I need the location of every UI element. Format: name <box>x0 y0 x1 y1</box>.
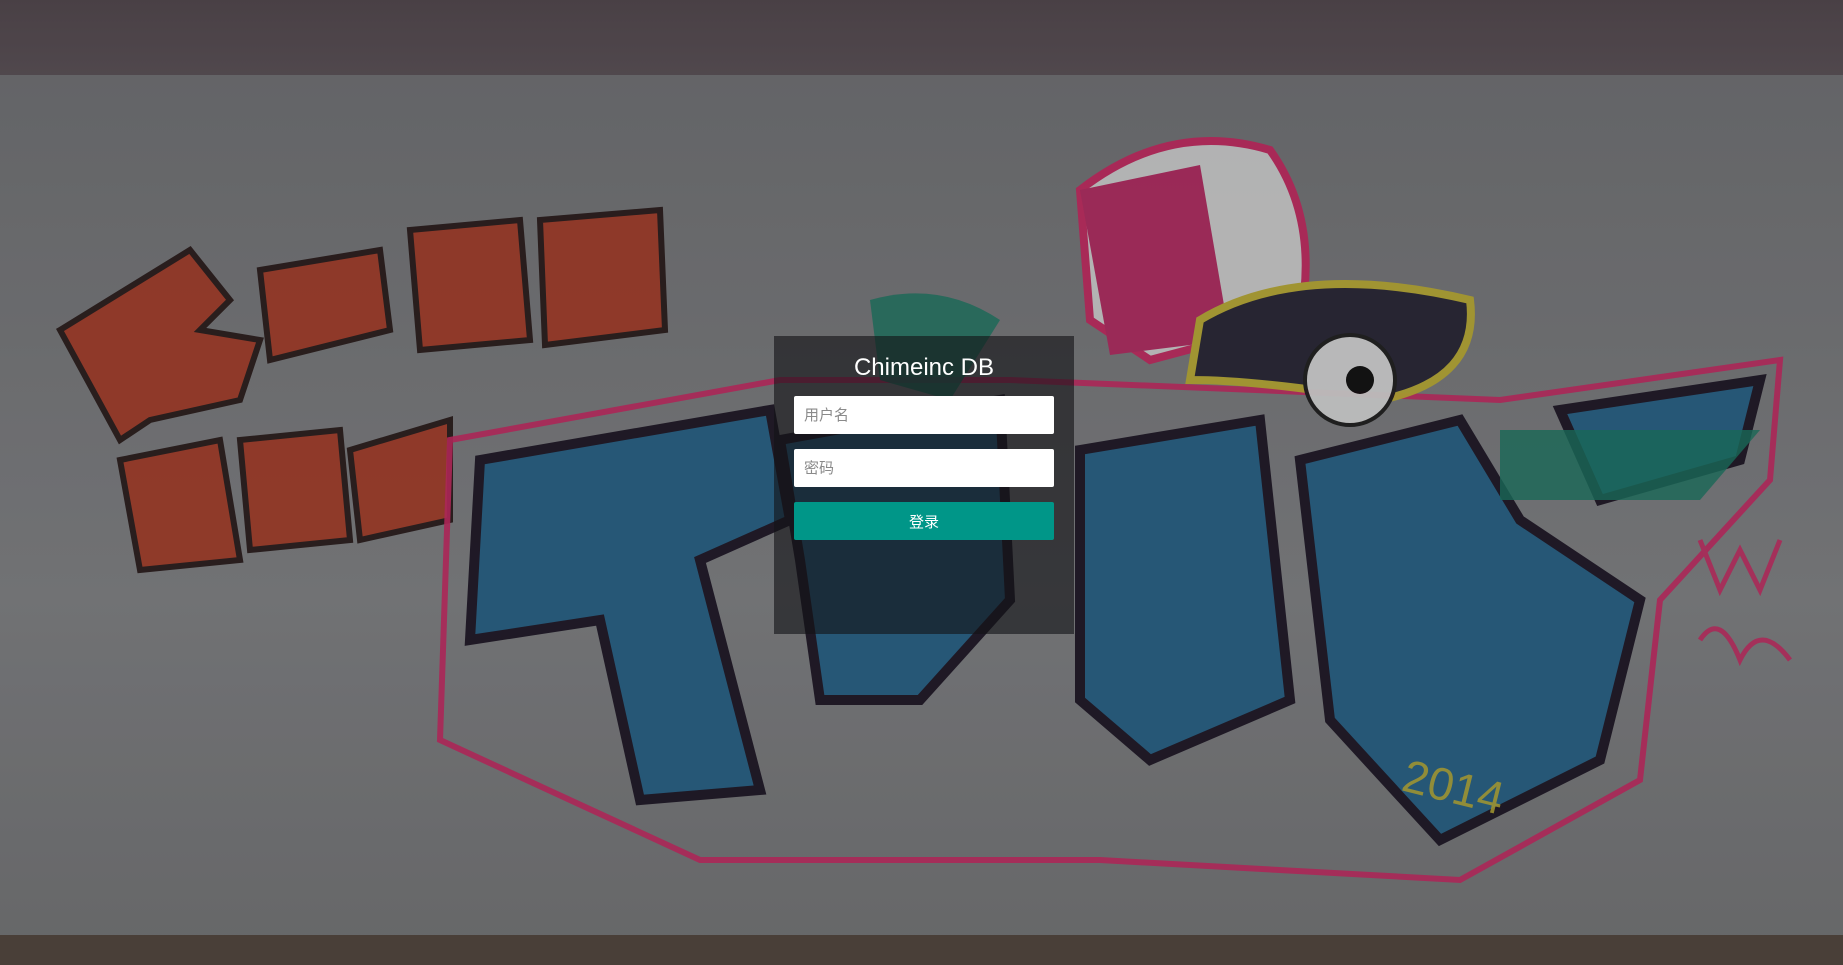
password-input[interactable] <box>794 449 1054 487</box>
username-input[interactable] <box>794 396 1054 434</box>
login-title: Chimeinc DB <box>853 354 995 381</box>
login-button[interactable]: 登录 <box>794 502 1054 540</box>
login-panel: Chimeinc DB 登录 <box>774 336 1074 634</box>
